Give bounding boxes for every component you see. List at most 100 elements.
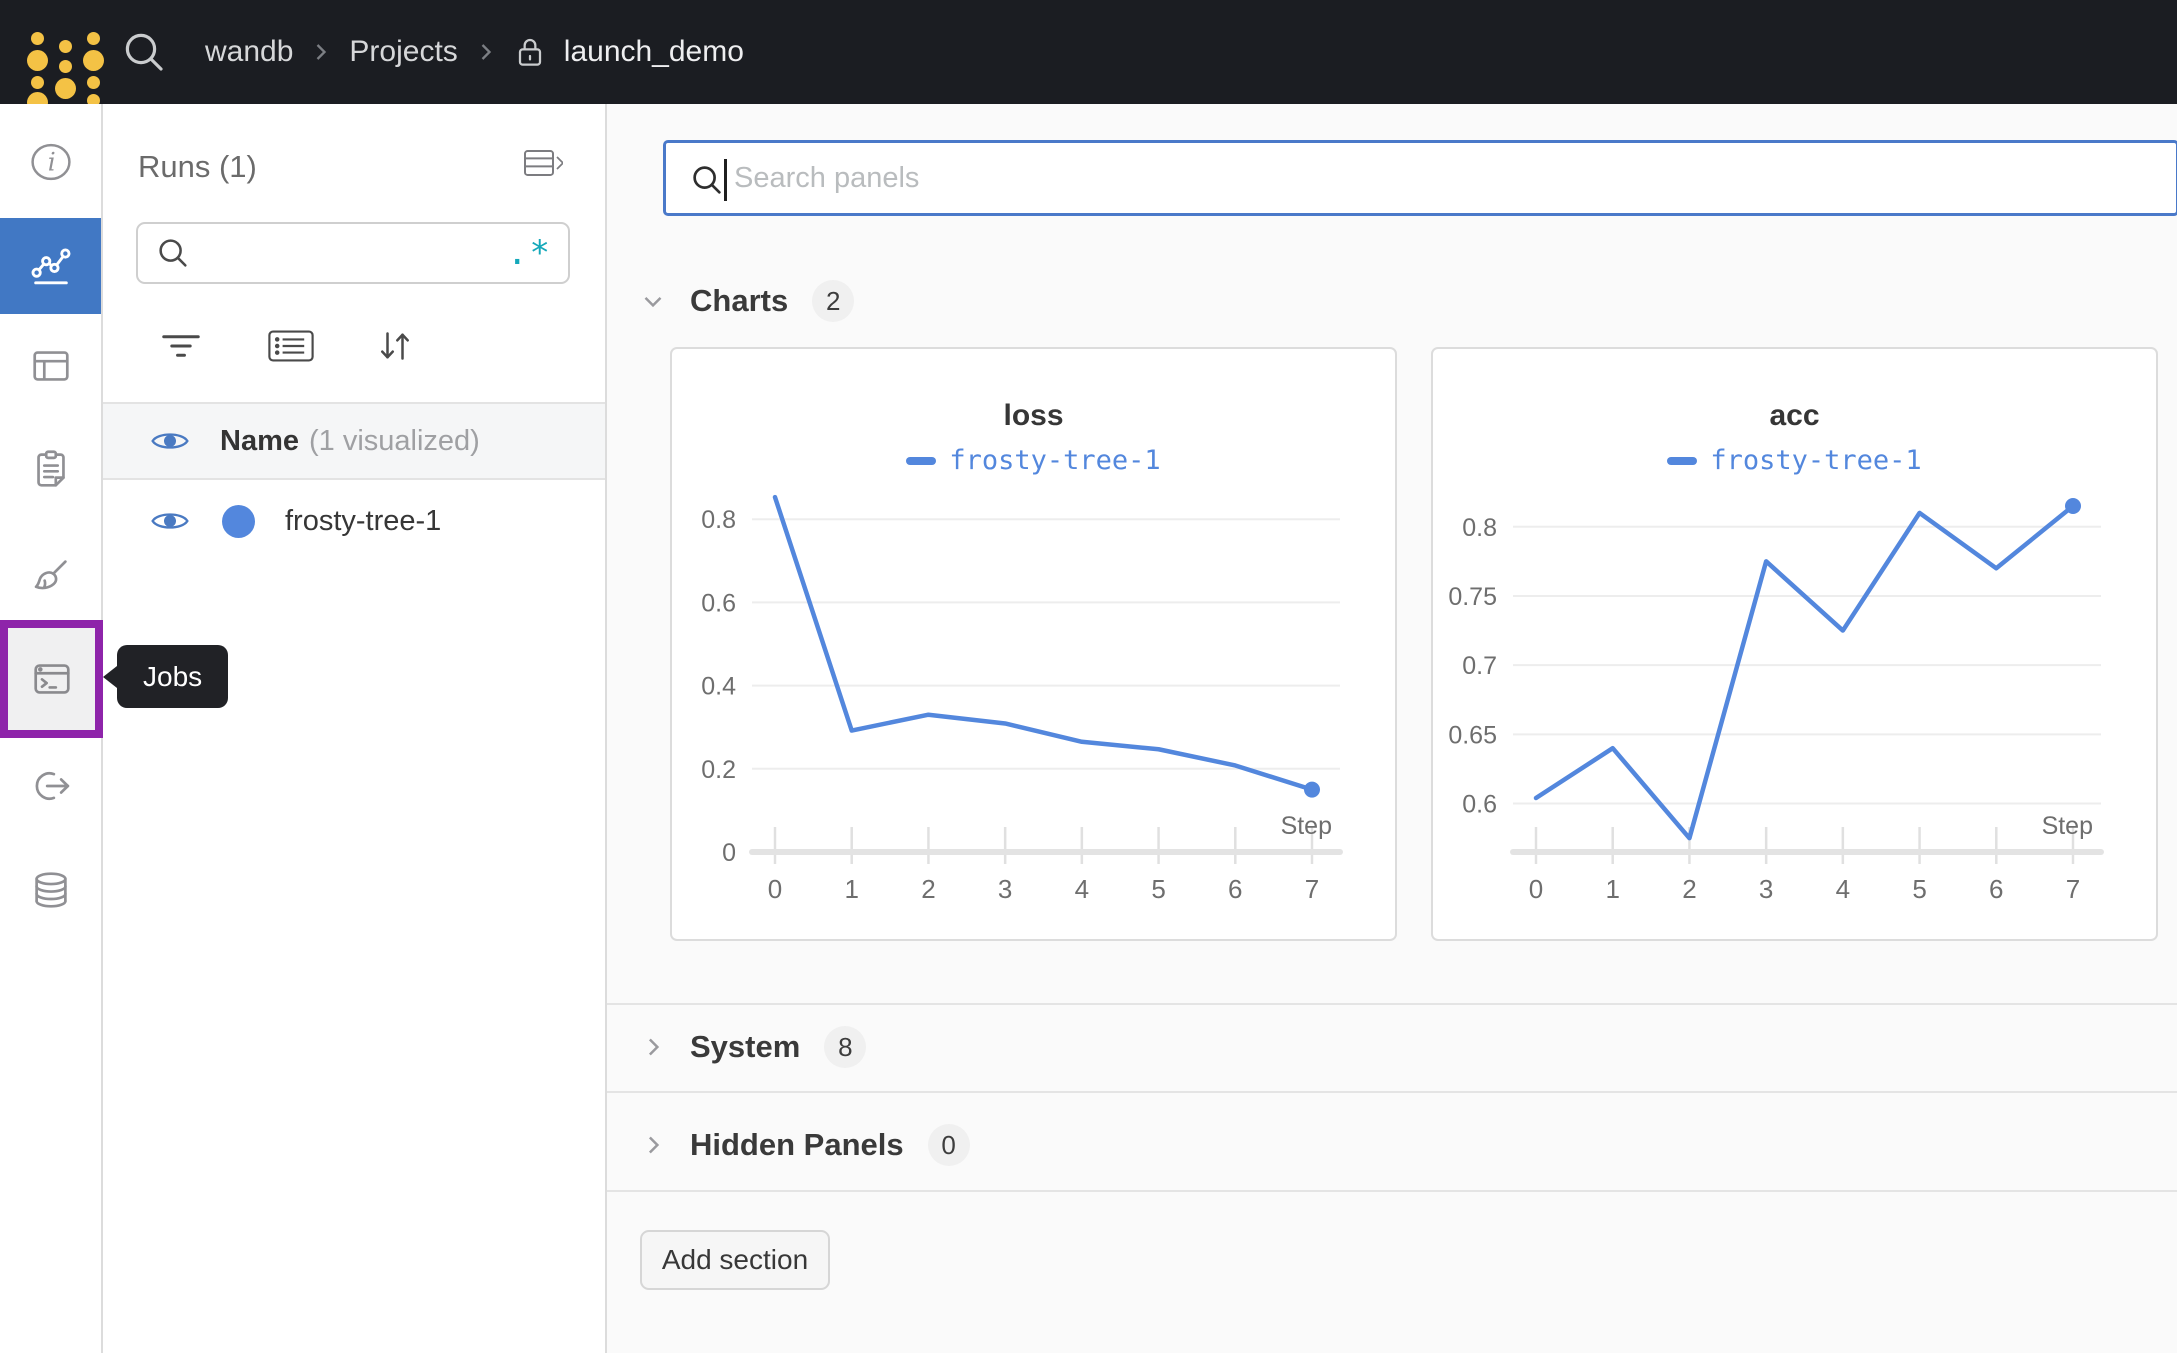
expand-runs-table-button[interactable] bbox=[523, 146, 563, 180]
line-chart-icon bbox=[28, 243, 74, 289]
chart-panel-acc[interactable]: acc frosty-tree-1 0.6 0.65 0.7 0.75 0.8 0 1 2 3 4… bbox=[1431, 347, 2158, 941]
legend-run-name: frosty-tree-1 bbox=[949, 445, 1161, 476]
chevron-right-icon[interactable] bbox=[638, 1032, 668, 1062]
svg-text:0.65: 0.65 bbox=[1448, 721, 1497, 749]
chevron-down-icon[interactable] bbox=[638, 286, 668, 316]
breadcrumb-project-name[interactable]: launch_demo bbox=[564, 35, 744, 69]
chevron-right-icon bbox=[476, 38, 496, 66]
column-header-name[interactable]: Name bbox=[220, 425, 299, 458]
svg-text:4: 4 bbox=[1075, 874, 1089, 904]
section-label[interactable]: System bbox=[690, 1029, 800, 1065]
breadcrumb-entity[interactable]: wandb bbox=[205, 35, 293, 69]
section-label[interactable]: Hidden Panels bbox=[690, 1127, 904, 1163]
runs-search-input[interactable] bbox=[206, 236, 508, 270]
main-panel: Charts 2 loss frosty-tree-1 00.20.40.60.… bbox=[607, 104, 2177, 1353]
runs-panel: Runs (1) .* Name (1 visualized) frosty-t… bbox=[103, 104, 607, 1353]
app-window: wandb Projects launch_demo i Jobs Runs (… bbox=[0, 0, 2177, 1353]
sidebar-item-overview[interactable]: i bbox=[0, 112, 101, 212]
svg-text:7: 7 bbox=[1305, 874, 1319, 904]
divider bbox=[607, 1091, 2177, 1093]
svg-text:4: 4 bbox=[1836, 874, 1850, 904]
svg-text:1: 1 bbox=[844, 874, 858, 904]
svg-text:Step: Step bbox=[2042, 812, 2093, 840]
run-name[interactable]: frosty-tree-1 bbox=[285, 505, 441, 538]
broom-icon bbox=[28, 553, 74, 599]
sidebar-item-artifacts[interactable] bbox=[0, 840, 101, 940]
regex-toggle-icon[interactable]: .* bbox=[507, 233, 552, 273]
chevron-right-icon[interactable] bbox=[638, 1130, 668, 1160]
search-icon bbox=[688, 161, 726, 199]
chart-legend: frosty-tree-1 bbox=[1433, 445, 2156, 476]
svg-text:5: 5 bbox=[1912, 874, 1926, 904]
sidebar-item-runs[interactable] bbox=[0, 316, 101, 416]
group-list-icon[interactable] bbox=[261, 316, 321, 376]
run-color-dot bbox=[222, 504, 255, 538]
table-icon bbox=[28, 343, 74, 389]
topbar: wandb Projects launch_demo bbox=[0, 0, 2177, 117]
sort-icon[interactable] bbox=[365, 316, 425, 376]
visibility-eye-icon[interactable] bbox=[150, 507, 190, 535]
add-section-button[interactable]: Add section bbox=[640, 1230, 830, 1290]
section-header-system[interactable]: System 8 bbox=[607, 1015, 2177, 1079]
acc-chart-plot[interactable]: 0.6 0.65 0.7 0.75 0.8 0 1 2 3 4 5 6 7 Step bbox=[1433, 480, 2156, 936]
breadcrumb-projects[interactable]: Projects bbox=[349, 35, 457, 69]
sidebar-item-reports[interactable] bbox=[0, 419, 101, 519]
section-header-hidden-panels[interactable]: Hidden Panels 0 bbox=[607, 1113, 2177, 1177]
tooltip-arrow-icon bbox=[103, 665, 117, 688]
runs-header-row: Name (1 visualized) bbox=[103, 404, 605, 480]
svg-text:1: 1 bbox=[1605, 874, 1619, 904]
svg-text:0.6: 0.6 bbox=[1462, 791, 1497, 819]
global-search-icon[interactable] bbox=[120, 28, 168, 76]
svg-text:3: 3 bbox=[1759, 874, 1773, 904]
section-header-charts[interactable]: Charts 2 bbox=[607, 269, 2177, 333]
visualized-annotation: (1 visualized) bbox=[309, 424, 480, 457]
section-label[interactable]: Charts bbox=[690, 283, 788, 319]
database-icon bbox=[28, 867, 74, 913]
section-count-badge: 8 bbox=[824, 1026, 867, 1068]
charts-grid: loss frosty-tree-1 0 0.2 0.4 0.6 0.8 0 1 2 3 4 5 6 7… bbox=[670, 347, 2158, 941]
svg-text:2: 2 bbox=[921, 874, 935, 904]
panel-search-input[interactable] bbox=[732, 143, 2132, 213]
svg-text:3: 3 bbox=[998, 874, 1012, 904]
link-arrow-icon bbox=[28, 763, 74, 809]
legend-dash-icon bbox=[1667, 456, 1698, 465]
runs-search-box[interactable]: .* bbox=[136, 222, 570, 284]
sidebar-item-jobs[interactable] bbox=[0, 620, 103, 738]
sidebar-item-workspace[interactable] bbox=[0, 218, 101, 314]
sidebar-item-automations[interactable] bbox=[0, 736, 101, 836]
svg-text:5: 5 bbox=[1151, 874, 1165, 904]
text-caret bbox=[724, 159, 727, 201]
runs-toolbar bbox=[103, 316, 605, 376]
legend-run-name: frosty-tree-1 bbox=[1710, 445, 1922, 476]
svg-text:0.8: 0.8 bbox=[701, 506, 736, 534]
visibility-eye-icon[interactable] bbox=[150, 427, 190, 455]
chart-title: loss bbox=[1003, 399, 1064, 432]
svg-text:6: 6 bbox=[1228, 874, 1242, 904]
wandb-logo-icon[interactable] bbox=[25, 14, 104, 117]
svg-text:0.6: 0.6 bbox=[701, 589, 736, 617]
section-count-badge: 2 bbox=[812, 280, 855, 322]
divider bbox=[607, 1190, 2177, 1192]
sidebar: i bbox=[0, 104, 103, 1353]
tooltip-label: Jobs bbox=[143, 660, 203, 692]
svg-text:Step: Step bbox=[1281, 812, 1332, 840]
svg-text:i: i bbox=[47, 147, 55, 176]
filter-icon[interactable] bbox=[151, 316, 211, 376]
sidebar-item-sweeps[interactable] bbox=[0, 526, 101, 626]
divider bbox=[607, 1003, 2177, 1005]
chart-panel-loss[interactable]: loss frosty-tree-1 0 0.2 0.4 0.6 0.8 0 1 2 3 4 5 6 7… bbox=[670, 347, 1397, 941]
loss-chart-plot[interactable]: 0 0.2 0.4 0.6 0.8 0 1 2 3 4 5 6 7 Step bbox=[672, 480, 1395, 936]
lock-icon bbox=[514, 34, 546, 70]
svg-text:0.75: 0.75 bbox=[1448, 583, 1497, 611]
clipboard-icon bbox=[28, 446, 74, 492]
run-row[interactable]: frosty-tree-1 bbox=[103, 482, 605, 560]
svg-text:0.2: 0.2 bbox=[701, 756, 736, 784]
terminal-icon bbox=[29, 656, 75, 702]
search-icon bbox=[154, 234, 192, 272]
chart-legend: frosty-tree-1 bbox=[672, 445, 1395, 476]
svg-text:0: 0 bbox=[722, 839, 736, 867]
svg-text:0.7: 0.7 bbox=[1462, 652, 1497, 680]
section-count-badge: 0 bbox=[927, 1124, 970, 1166]
svg-text:2: 2 bbox=[1682, 874, 1696, 904]
panel-search-box[interactable] bbox=[663, 140, 2177, 216]
